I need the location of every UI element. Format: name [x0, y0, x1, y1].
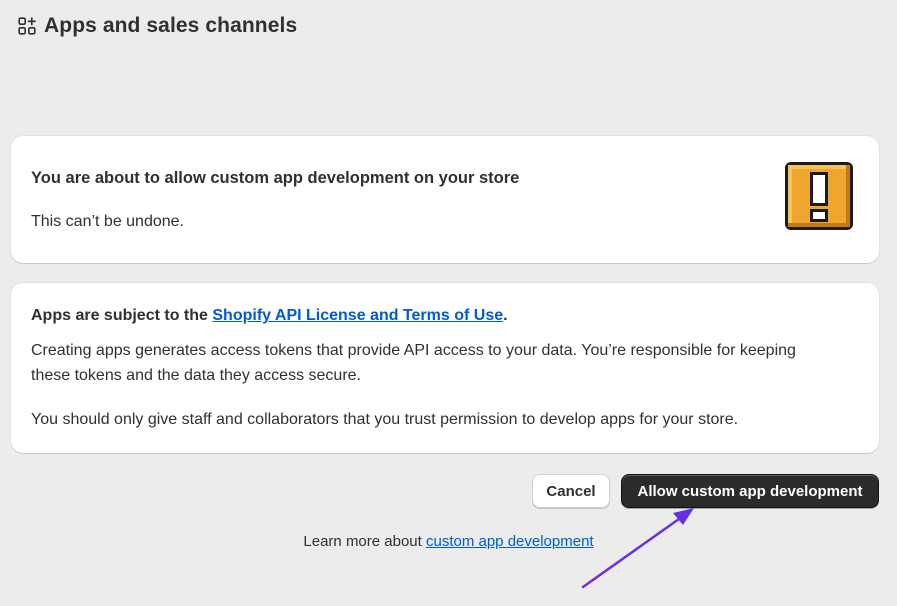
learn-more-link[interactable]: custom app development	[426, 533, 594, 550]
warning-exclamation-icon	[785, 162, 853, 230]
learn-more-prefix: Learn more about	[303, 533, 426, 550]
cancel-button[interactable]: Cancel	[532, 474, 610, 508]
warning-subtext: This can’t be undone.	[31, 213, 184, 230]
terms-prefix: Apps are subject to the	[31, 307, 213, 324]
info-card: Apps are subject to the Shopify API Lice…	[11, 283, 879, 453]
apps-icon	[18, 17, 36, 35]
terms-suffix: .	[503, 307, 508, 324]
warning-card: You are about to allow custom app develo…	[11, 136, 879, 263]
warning-heading: You are about to allow custom app develo…	[31, 169, 520, 187]
page-title: Apps and sales channels	[44, 14, 298, 37]
page-header: Apps and sales channels	[18, 14, 297, 38]
learn-more-text: Learn more about custom app development	[0, 533, 897, 550]
terms-line: Apps are subject to the Shopify API Lice…	[31, 303, 859, 328]
terms-link[interactable]: Shopify API License and Terms of Use	[212, 307, 503, 324]
info-paragraph-staff: You should only give staff and collabora…	[31, 411, 739, 428]
info-paragraph-tokens: Creating apps generates access tokens th…	[31, 342, 796, 384]
allow-custom-app-development-button[interactable]: Allow custom app development	[621, 474, 879, 508]
